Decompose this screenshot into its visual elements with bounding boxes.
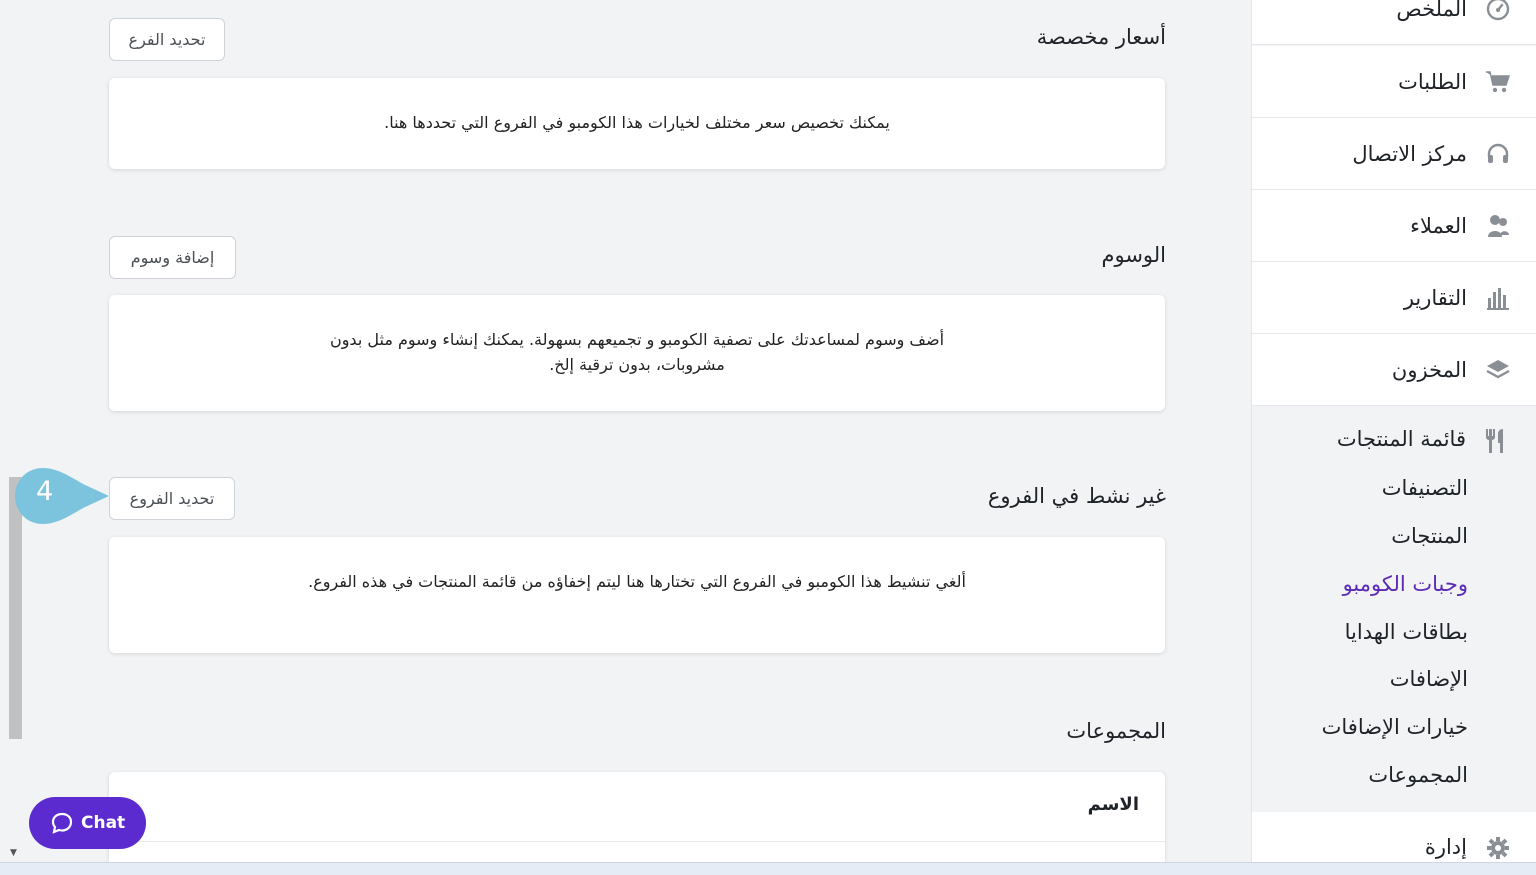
step-marker-icon [15,468,109,524]
sidebar-item-customers[interactable]: العملاء [1252,190,1536,262]
sidebar-subitem-modifiers[interactable]: الإضافات [1390,667,1468,691]
gear-icon [1485,835,1511,861]
sidebar-item-label: المخزون [1391,357,1467,382]
chat-button[interactable]: Chat [29,797,146,849]
sidebar-item-reports[interactable]: التقارير [1252,262,1536,334]
tags-title: الوسوم [1101,243,1166,267]
inactive-branches-card: ألغي تنشيط هذا الكومبو في الفروع التي تخ… [109,537,1165,653]
sidebar-item-dashboard[interactable]: الملخص [1252,0,1536,45]
sidebar-item-label: التقارير [1403,285,1467,310]
inactive-branches-title: غير نشط في الفروع [987,484,1166,508]
sidebar-item-label: مركز الاتصال [1352,141,1467,166]
sidebar-subitem-categories[interactable]: التصنيفات [1382,476,1468,500]
custom-prices-title: أسعار مخصصة [1036,25,1166,49]
tags-card: أضف وسوم لمساعدتك على تصفية الكومبو و تج… [109,295,1165,411]
inactive-branches-description: ألغي تنشيط هذا الكومبو في الفروع التي تخ… [308,572,966,591]
cart-icon [1485,69,1511,95]
bar-chart-icon [1485,285,1511,311]
sidebar-subitem-gift-cards[interactable]: بطاقات الهدايا [1345,620,1468,644]
add-tags-button[interactable]: إضافة وسوم [109,236,236,279]
scroll-down-arrow-icon[interactable]: ▼ [10,848,17,858]
customers-icon [1485,213,1511,239]
layers-icon [1485,357,1511,383]
column-header-name: الاسم [1087,794,1139,815]
sidebar-item-label: الطلبات [1398,69,1467,94]
os-taskbar [0,862,1536,875]
sidebar-item-label: إدارة [1424,834,1467,859]
sidebar-submenu-products [1252,406,1536,812]
sidebar-item-orders[interactable]: الطلبات [1252,46,1536,118]
dashboard-gauge-icon [1485,0,1511,22]
sidebar-item-call-center[interactable]: مركز الاتصال [1252,118,1536,190]
sidebar-subitem-groups[interactable]: المجموعات [1368,763,1468,787]
sidebar-subitem-combos[interactable]: وجبات الكومبو [1343,572,1468,596]
sidebar-subitem-products[interactable]: المنتجات [1391,524,1468,548]
sidebar-item-label: العملاء [1410,213,1467,238]
sidebar-subitem-modifier-options[interactable]: خيارات الإضافات [1322,715,1468,739]
select-branches-button[interactable]: تحديد الفروع [109,477,235,520]
groups-title: المجموعات [1066,719,1166,743]
custom-prices-card: يمكنك تخصيص سعر مختلف لخيارات هذا الكومب… [109,78,1165,169]
tags-description: أضف وسوم لمساعدتك على تصفية الكومبو و تج… [329,330,945,374]
step-marker-number: 4 [36,476,54,507]
groups-table: الاسم [109,772,1165,872]
sidebar: الملخص الطلبات مركز الاتصال العملاء التق… [1251,0,1536,872]
chat-label: Chat [81,813,126,833]
sidebar-item-label: الملخص [1396,0,1467,21]
headset-icon [1485,141,1511,167]
select-branch-button[interactable]: تحديد الفرع [109,18,225,61]
sidebar-item-product-menu[interactable]: قائمة المنتجات [1337,427,1466,451]
table-header-divider [109,841,1165,842]
chat-bubble-icon [51,812,73,834]
sidebar-item-inventory[interactable]: المخزون [1252,334,1536,406]
custom-prices-description: يمكنك تخصيص سعر مختلف لخيارات هذا الكومب… [384,113,890,132]
fork-knife-icon [1486,429,1503,453]
